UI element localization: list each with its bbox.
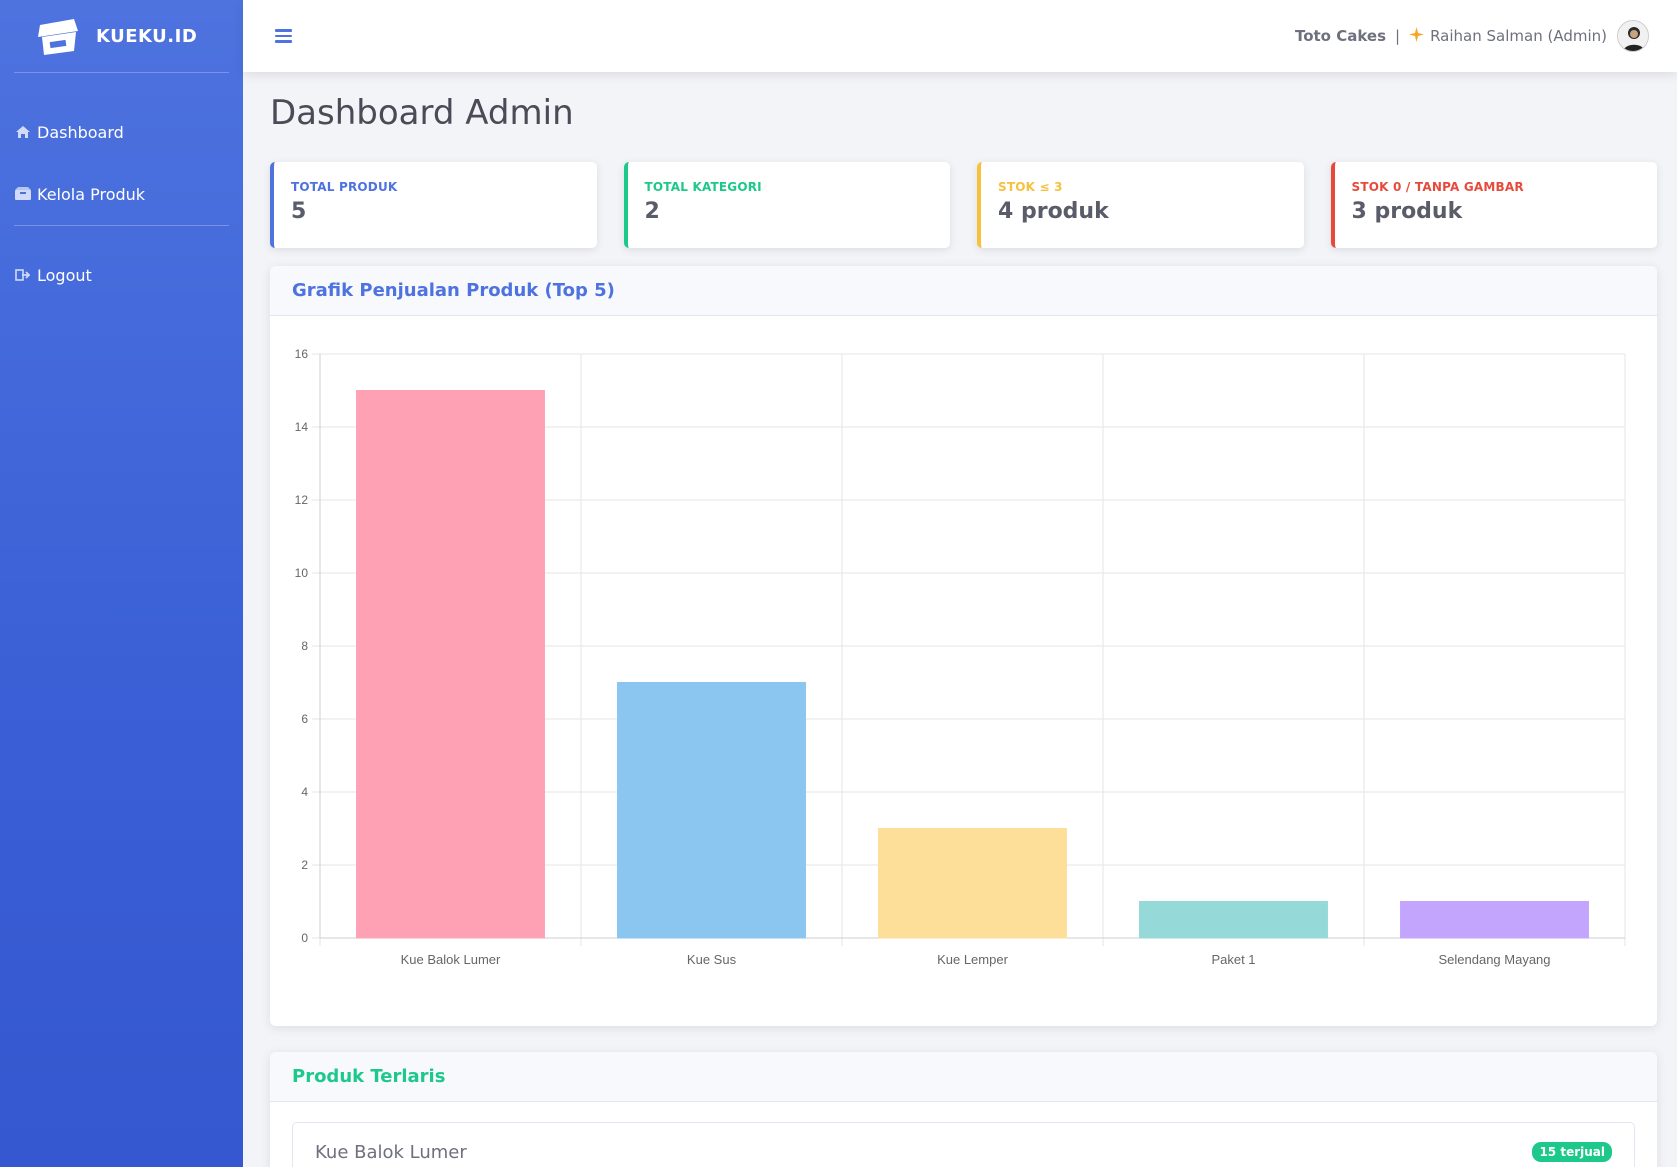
home-icon (14, 124, 32, 140)
sidebar-item-label: Kelola Produk (37, 184, 146, 204)
sales-chart-svg: 0 2 4 6 8 10 12 14 16 Kue Balok Lumer Kue Sus Kue L… (295, 347, 1626, 967)
x-tick-label: Kue Sus (687, 952, 737, 967)
best-sellers-panel: Produk Terlaris Kue Balok Lumer 15 terju… (270, 1052, 1657, 1167)
sparkle-icon (1409, 26, 1425, 46)
stat-label: Stok ≤ 3 (998, 180, 1063, 194)
stat-value: 3 produk (1351, 199, 1463, 224)
stat-cards: Total Produk 5 Total Kategori 2 Stok ≤ 3… (270, 162, 1657, 248)
chart-panel-title: Grafik Penjualan Produk (Top 5) (270, 266, 1657, 316)
user-name: Raihan Salman (Admin) (1430, 27, 1607, 45)
separator: | (1395, 27, 1401, 45)
store-icon (34, 15, 80, 57)
y-tick-label: 4 (301, 785, 308, 799)
sidebar-divider (14, 72, 229, 73)
box-icon (14, 186, 32, 202)
y-tick-label: 10 (295, 566, 309, 580)
avatar[interactable] (1617, 20, 1649, 52)
stat-card-stok-kosong: Stok 0 / Tanpa Gambar 3 produk (1330, 162, 1657, 248)
menu-toggle-icon[interactable] (275, 29, 292, 43)
page-title: Dashboard Admin (270, 93, 574, 133)
x-tick-label: Selendang Mayang (1438, 952, 1550, 967)
y-tick-label: 2 (301, 858, 308, 872)
list-item[interactable]: Kue Balok Lumer 15 terjual (292, 1122, 1635, 1167)
x-tick-label: Kue Balok Lumer (401, 952, 501, 967)
sidebar-item-dashboard[interactable]: Dashboard (0, 101, 243, 163)
stat-label: Stok 0 / Tanpa Gambar (1351, 180, 1524, 194)
brand[interactable]: KUEKU.ID (0, 0, 243, 72)
x-tick-label: Kue Lemper (937, 952, 1008, 967)
y-tick-label: 0 (301, 931, 308, 945)
bar-kue-sus (617, 682, 806, 939)
sidebar-divider (14, 225, 229, 226)
logout-icon (14, 267, 32, 283)
product-name: Kue Balok Lumer (315, 1141, 467, 1163)
topbar: Toto Cakes | Raihan Salman (Admin) (243, 0, 1677, 72)
stat-card-stok-rendah: Stok ≤ 3 4 produk (977, 162, 1304, 248)
bar-paket-1 (1139, 901, 1328, 939)
bar-kue-lemper (878, 828, 1067, 939)
y-tick-label: 12 (295, 493, 309, 507)
chart-panel: Grafik Penjualan Produk (Top 5) 0 2 4 6 8 10 1… (270, 266, 1657, 1026)
y-tick-label: 8 (301, 639, 308, 653)
stat-value: 2 (644, 199, 660, 224)
stat-card-total-produk: Total Produk 5 (270, 162, 597, 248)
bar-kue-balok-lumer (356, 390, 545, 939)
sidebar-item-kelola-produk[interactable]: Kelola Produk (0, 163, 243, 225)
bar-selendang-mayang (1400, 901, 1589, 939)
x-tick-label: Paket 1 (1211, 952, 1255, 967)
stat-label: Total Kategori (644, 180, 762, 194)
sales-chart: 0 2 4 6 8 10 12 14 16 Kue Balok Lumer Kue Sus Kue L… (270, 316, 1657, 1026)
sidebar-item-logout[interactable]: Logout (0, 244, 243, 306)
sidebar-item-label: Dashboard (37, 122, 124, 142)
stat-value: 5 (291, 199, 307, 224)
stat-card-total-kategori: Total Kategori 2 (623, 162, 950, 248)
y-tick-label: 6 (301, 712, 308, 726)
user-menu[interactable]: Toto Cakes | Raihan Salman (Admin) (1295, 20, 1649, 52)
sidebar: KUEKU.ID Dashboard Kelola Produk Logout (0, 0, 243, 1167)
y-tick-label: 16 (295, 347, 309, 361)
sold-badge: 15 terjual (1532, 1142, 1612, 1162)
best-sellers-title: Produk Terlaris (270, 1052, 1657, 1102)
sidebar-item-label: Logout (37, 265, 92, 285)
y-tick-label: 14 (295, 420, 309, 434)
shop-name: Toto Cakes (1294, 27, 1387, 45)
stat-label: Total Produk (291, 180, 398, 194)
brand-name: KUEKU.ID (96, 25, 198, 47)
stat-value: 4 produk (998, 199, 1109, 224)
